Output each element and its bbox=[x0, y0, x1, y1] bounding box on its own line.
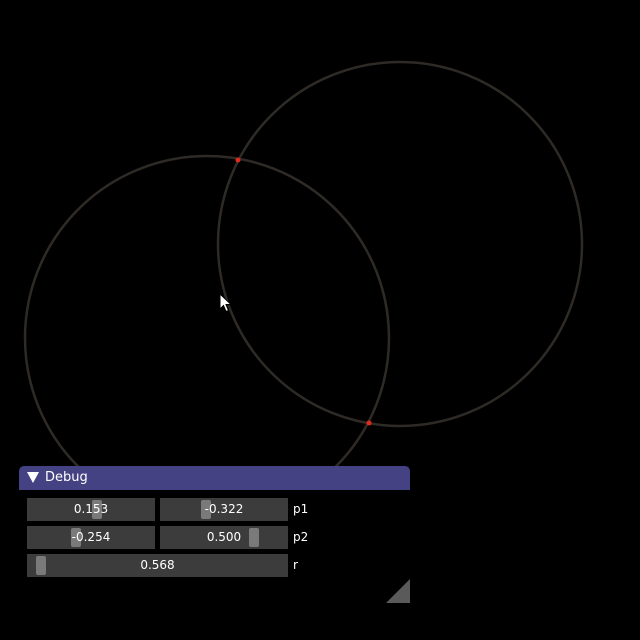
debug-body: 0.153 -0.322 p1 -0.254 0.500 p2 0.568 r bbox=[19, 490, 410, 604]
resize-grip-icon[interactable] bbox=[386, 579, 410, 603]
debug-title: Debug bbox=[45, 470, 88, 485]
debug-window[interactable]: Debug 0.153 -0.322 p1 -0.254 0.500 p2 0.… bbox=[19, 466, 410, 604]
p2-y-slider[interactable]: 0.500 bbox=[160, 526, 288, 549]
p2-label: p2 bbox=[293, 530, 309, 544]
p1-x-value: 0.153 bbox=[73, 502, 109, 516]
r-slider[interactable]: 0.568 bbox=[27, 554, 288, 577]
p1-x-slider[interactable]: 0.153 bbox=[27, 498, 155, 521]
slider-grab[interactable] bbox=[36, 556, 46, 575]
intersection-point bbox=[235, 157, 241, 163]
p1-y-slider[interactable]: -0.322 bbox=[160, 498, 288, 521]
p1-label: p1 bbox=[293, 502, 309, 516]
canvas-viewport[interactable]: Debug 0.153 -0.322 p1 -0.254 0.500 p2 0.… bbox=[0, 0, 640, 640]
circle-2 bbox=[216, 60, 584, 428]
intersection-point bbox=[366, 420, 372, 426]
p2-x-value: -0.254 bbox=[71, 530, 111, 544]
p2-x-slider[interactable]: -0.254 bbox=[27, 526, 155, 549]
r-label: r bbox=[293, 558, 298, 572]
r-value: 0.568 bbox=[140, 558, 175, 572]
slider-grab[interactable] bbox=[249, 528, 259, 547]
p2-y-value: 0.500 bbox=[206, 530, 242, 544]
mouse-pointer-icon bbox=[219, 293, 233, 313]
triangle-down-icon[interactable] bbox=[27, 472, 39, 483]
p1-y-value: -0.322 bbox=[204, 502, 244, 516]
debug-titlebar[interactable]: Debug bbox=[19, 466, 410, 490]
